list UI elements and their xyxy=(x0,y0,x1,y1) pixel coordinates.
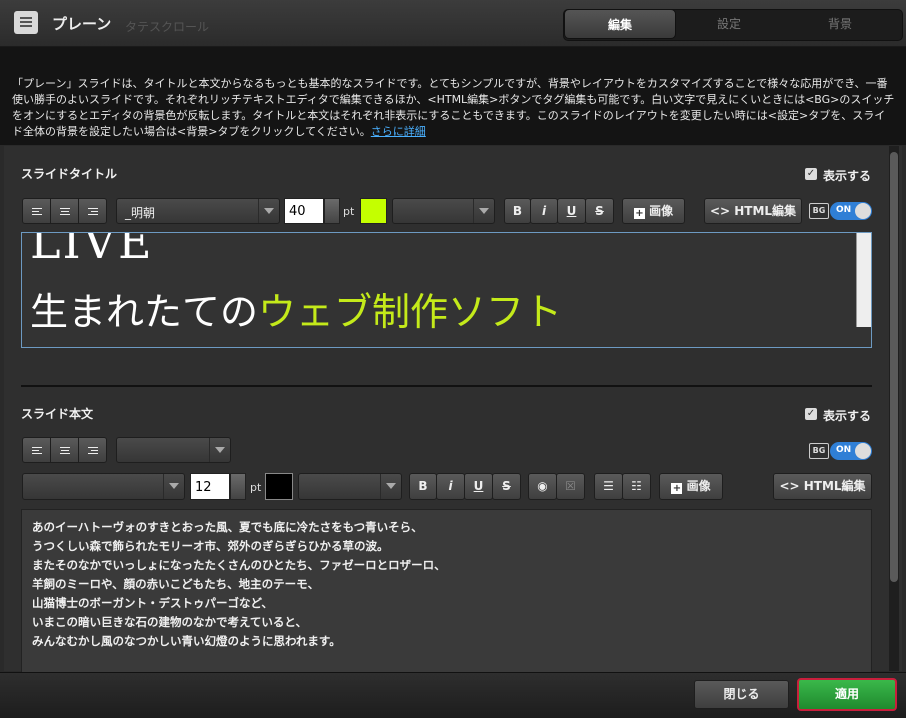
title-bg-toggle[interactable]: ON xyxy=(830,202,872,220)
body-italic-icon[interactable]: i xyxy=(436,473,465,500)
panel-scrollbar-thumb[interactable] xyxy=(890,152,898,582)
align-left-icon[interactable] xyxy=(22,198,51,224)
title-image-label: 画像 xyxy=(649,204,674,218)
code-icon: <> xyxy=(779,479,800,493)
body-editor[interactable]: あのイーハトーヴォのすきとおった風、夏でも底に冷たさをもつ青いそら、 うつくしい… xyxy=(21,509,872,674)
body-image-button[interactable]: + 画像 xyxy=(659,473,723,500)
body-color-swatch[interactable] xyxy=(265,473,293,500)
align-center-icon[interactable] xyxy=(50,198,79,224)
body-toggle-label: ON xyxy=(836,445,852,455)
image-icon: + xyxy=(671,483,683,494)
title-size-value: 40 xyxy=(289,204,306,219)
title-editor-scrollbar[interactable] xyxy=(856,233,871,327)
tab-background[interactable]: 背景 xyxy=(784,9,896,39)
title-html-edit-button[interactable]: <> HTML編集 xyxy=(704,198,802,224)
image-icon: + xyxy=(633,208,645,219)
background-ghost-text: タテスクロール xyxy=(125,20,210,34)
panel-scrollbar-track[interactable] xyxy=(889,146,899,671)
section-divider xyxy=(21,385,872,387)
body-html-edit-label: HTML編集 xyxy=(803,479,866,493)
body-html-edit-button[interactable]: <> HTML編集 xyxy=(773,473,872,500)
title-section-label: スライドタイトル xyxy=(21,167,118,181)
title-toggle-label: ON xyxy=(836,205,852,215)
tab-edit[interactable]: 編集 xyxy=(564,9,676,39)
title-highlight-text: ウェブ制作ソフト xyxy=(258,290,563,334)
title-editor[interactable]: LIVE 生まれたてのウェブ制作ソフト body div span span s… xyxy=(21,232,872,348)
bold-icon[interactable]: B xyxy=(504,198,531,224)
title-image-button[interactable]: + 画像 xyxy=(622,198,685,224)
body-underline-icon[interactable]: U xyxy=(464,473,493,500)
body-font-select[interactable] xyxy=(22,473,185,500)
body-line-height-select[interactable] xyxy=(116,437,231,463)
body-show-checkbox[interactable]: ✓ xyxy=(805,408,817,420)
body-line: みんなむかし風のなつかしい青い幻燈のように思われます。 xyxy=(32,634,341,648)
body-bold-icon[interactable]: B xyxy=(409,473,437,500)
body-image-label: 画像 xyxy=(686,479,711,493)
body-align-left-icon[interactable] xyxy=(22,437,51,463)
title-show-checkbox[interactable]: ✓ xyxy=(805,168,817,180)
description-body: 「プレーン」スライドは、タイトルと本文からなるもっとも基本的なスライドです。とて… xyxy=(12,77,895,138)
title-font-select[interactable]: _明朝 xyxy=(116,198,280,224)
body-align-center-icon[interactable] xyxy=(50,437,79,463)
body-bg-badge: BG xyxy=(809,443,829,459)
body-size-value: 12 xyxy=(195,480,212,495)
title-plain-text: 生まれたての xyxy=(30,290,259,334)
more-details-link[interactable]: さらに詳細 xyxy=(371,125,426,138)
description-text: 「プレーン」スライドは、タイトルと本文からなるもっとも基本的なスライドです。とて… xyxy=(12,76,896,140)
title-bg-badge: BG xyxy=(809,203,829,219)
title-editor-line1: LIVE xyxy=(30,232,154,269)
title-size-input[interactable]: 40 xyxy=(284,198,324,224)
body-strikethrough-icon[interactable]: S xyxy=(492,473,521,500)
title-html-edit-label: HTML編集 xyxy=(734,204,797,218)
title-editor-line2: 生まれたてのウェブ制作ソフト xyxy=(30,281,562,336)
body-bg-toggle[interactable]: ON xyxy=(830,442,872,460)
numbered-list-icon[interactable]: ☷ xyxy=(622,473,651,500)
close-button[interactable]: 閉じる xyxy=(694,680,789,709)
code-icon: <> xyxy=(709,204,731,218)
title-size-unit: pt xyxy=(343,205,355,218)
tab-settings[interactable]: 設定 xyxy=(673,9,785,39)
body-style-select[interactable] xyxy=(298,473,402,500)
body-size-unit: pt xyxy=(250,481,262,494)
unlink-icon[interactable]: ☒ xyxy=(556,473,585,500)
body-line: あのイーハトーヴォのすきとおった風、夏でも底に冷たさをもつ青いそら、 xyxy=(32,520,423,534)
dialog-title: プレーン xyxy=(52,15,112,33)
body-line: うつくしい森で飾られたモリーオ市、郊外のぎらぎらひかる草の波。 xyxy=(32,539,389,553)
body-line: またそのなかでいっしょになったたくさんのひとたち、ファゼーロとロザーロ、 xyxy=(32,558,446,572)
body-size-input[interactable]: 12 xyxy=(190,473,230,500)
strikethrough-icon[interactable]: S xyxy=(585,198,614,224)
title-show-label: 表示する xyxy=(823,169,872,183)
title-color-swatch[interactable] xyxy=(360,198,387,224)
body-section-label: スライド本文 xyxy=(21,407,94,421)
align-right-icon[interactable] xyxy=(78,198,107,224)
title-font-value: _明朝 xyxy=(125,206,156,220)
title-size-stepper[interactable] xyxy=(324,198,340,224)
body-align-right-icon[interactable] xyxy=(78,437,107,463)
title-style-select[interactable] xyxy=(392,198,495,224)
apply-button[interactable]: 適用 xyxy=(797,678,897,711)
body-text: あのイーハトーヴォのすきとおった風、夏でも底に冷たさをもつ青いそら、 うつくしい… xyxy=(32,518,446,651)
body-line: 羊飼のミーロや、顔の赤いこどもたち、地主のテーモ、 xyxy=(32,577,320,591)
link-globe-icon[interactable]: ◉ xyxy=(528,473,557,500)
body-line: いまこの暗い巨きな石の建物のなかで考えていると、 xyxy=(32,615,307,629)
italic-icon[interactable]: i xyxy=(530,198,558,224)
bullet-list-icon[interactable]: ☰ xyxy=(594,473,623,500)
body-size-stepper[interactable] xyxy=(230,473,246,500)
underline-icon[interactable]: U xyxy=(557,198,586,224)
body-show-label: 表示する xyxy=(823,409,872,423)
menu-icon[interactable] xyxy=(14,11,38,34)
body-line: 山猫博士のボーガント・デストゥパーゴなど、 xyxy=(32,596,273,610)
